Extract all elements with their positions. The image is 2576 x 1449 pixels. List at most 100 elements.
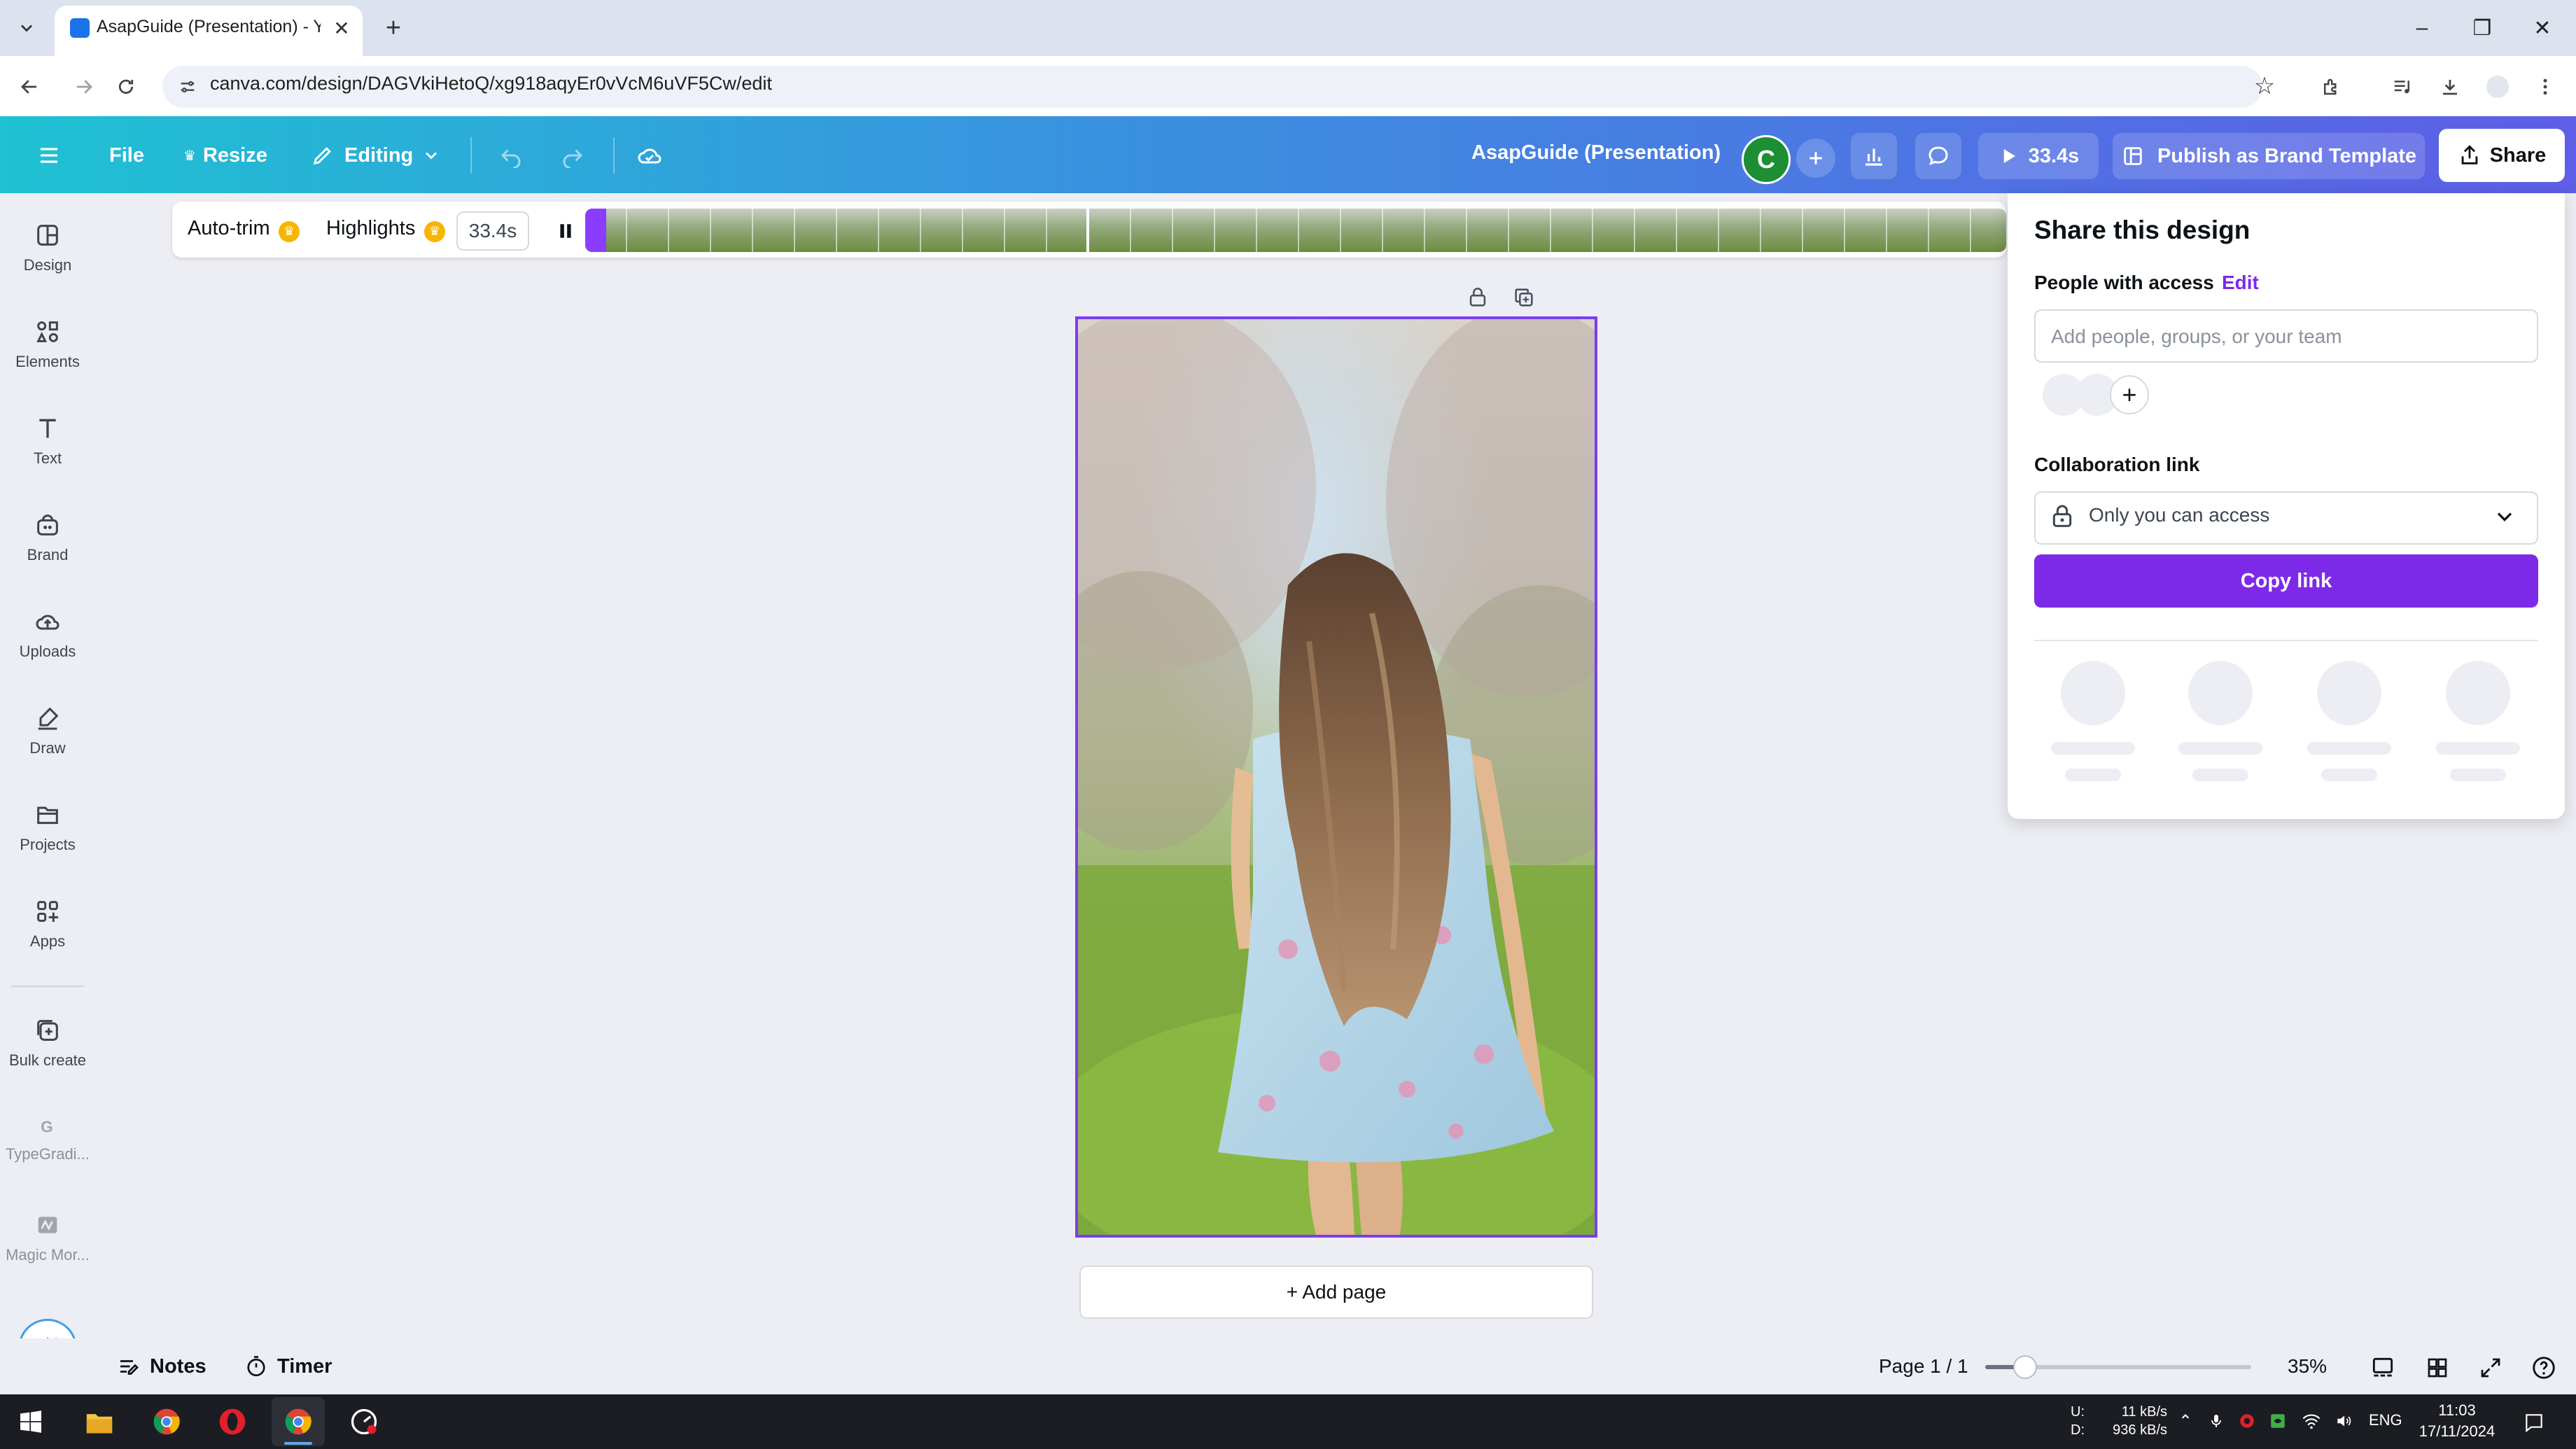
help-button[interactable]: [2526, 1350, 2562, 1386]
play-icon: [2003, 149, 2015, 163]
sidebar-item-bulk-create[interactable]: Bulk create: [0, 1016, 95, 1100]
page-counter[interactable]: Page 1 / 1: [1879, 1355, 1968, 1378]
net-up-value: 11 kB/s: [2121, 1404, 2167, 1420]
skeleton-line: [2178, 742, 2262, 755]
timer-button[interactable]: Timer: [244, 1354, 332, 1379]
notification-center-icon[interactable]: [2519, 1407, 2549, 1438]
add-page-button[interactable]: + Add page: [1079, 1266, 1593, 1319]
sidebar-item-typegradient[interactable]: G TypeGradi...: [0, 1114, 95, 1198]
sidebar-item-uploads[interactable]: Uploads: [0, 608, 95, 692]
sidebar-item-elements[interactable]: Elements: [0, 318, 95, 402]
sidebar-item-draw[interactable]: Draw: [0, 704, 95, 788]
add-people-field[interactable]: [2034, 309, 2538, 363]
sidebar-item-label: Draw: [29, 739, 66, 757]
clip-duration-field[interactable]: 33.4s: [456, 211, 529, 251]
redo-icon: [563, 149, 583, 168]
wifi-icon[interactable]: [2299, 1408, 2324, 1434]
close-window-icon[interactable]: ✕: [2521, 10, 2563, 46]
profile-avatar[interactable]: [2479, 69, 2516, 105]
grid-view-button[interactable]: [2419, 1350, 2456, 1386]
comments-button[interactable]: [1915, 133, 1961, 179]
zoom-level[interactable]: 35%: [2288, 1355, 2327, 1378]
windows-logo-icon: [20, 1410, 41, 1433]
redo-button[interactable]: [552, 134, 594, 176]
editing-mode-dropdown[interactable]: Editing: [302, 134, 449, 176]
reload-button[interactable]: [108, 69, 144, 105]
edit-access-link[interactable]: Edit: [2222, 272, 2259, 294]
cloud-save-button[interactable]: [629, 134, 671, 176]
volume-icon[interactable]: [2331, 1408, 2356, 1434]
file-explorer-taskbar-icon[interactable]: [73, 1397, 126, 1446]
new-tab-button[interactable]: +: [378, 13, 409, 43]
insights-button[interactable]: [1851, 133, 1897, 179]
skeleton-line: [2450, 769, 2506, 781]
restore-window-icon[interactable]: ❐: [2461, 10, 2503, 46]
skeleton-line: [2065, 769, 2121, 781]
file-menu-button[interactable]: File: [102, 134, 151, 176]
tab-close-icon[interactable]: ✕: [329, 15, 354, 41]
highlights-button[interactable]: Highlights ♛: [326, 217, 445, 242]
timeline-trim-handle[interactable]: [585, 209, 606, 252]
chrome-taskbar-icon-active[interactable]: [272, 1397, 325, 1446]
download-icon[interactable]: [2432, 69, 2468, 105]
brand-template-icon: [2124, 147, 2142, 165]
duplicate-page-icon[interactable]: [1506, 280, 1541, 315]
sidebar-item-label: Bulk create: [8, 1051, 87, 1069]
nvidia-tray-icon[interactable]: [2265, 1408, 2290, 1434]
media-controls-icon[interactable]: [2384, 69, 2421, 105]
user-avatar[interactable]: C: [1742, 135, 1791, 184]
pause-button[interactable]: [546, 214, 585, 248]
tray-expand-icon[interactable]: ⌃: [2173, 1408, 2198, 1434]
resize-label: Resize: [202, 144, 267, 167]
share-button[interactable]: Share: [2439, 129, 2565, 182]
publish-label: Publish as Brand Template: [2157, 144, 2417, 167]
microphone-icon[interactable]: [2204, 1408, 2229, 1434]
back-button[interactable]: [11, 69, 48, 105]
publish-brand-template-button[interactable]: Publish as Brand Template: [2113, 133, 2425, 179]
main-menu-button[interactable]: [28, 134, 70, 176]
sidebar-item-design[interactable]: Design: [0, 221, 95, 305]
timeline-filmstrip[interactable]: [585, 209, 2006, 252]
woman-in-orchard-photo: [1078, 319, 1595, 1235]
forward-button[interactable]: [66, 69, 102, 105]
recording-indicator-icon[interactable]: [2234, 1408, 2260, 1434]
add-collaborator-button[interactable]: [1796, 139, 1835, 178]
resize-button[interactable]: ♛ Resize: [176, 134, 274, 176]
design-page[interactable]: [1075, 316, 1597, 1238]
file-label: File: [109, 144, 144, 167]
fullscreen-button[interactable]: [2472, 1350, 2509, 1386]
magic-morph-icon: [38, 1217, 57, 1233]
tab-search-button[interactable]: [10, 11, 43, 45]
zoom-slider-thumb[interactable]: [2013, 1355, 2037, 1379]
chrome-taskbar-icon[interactable]: [140, 1397, 193, 1446]
add-people-input[interactable]: [2050, 321, 2528, 353]
notes-button[interactable]: Notes: [116, 1354, 206, 1379]
sidebar-item-magic-morph[interactable]: Magic Mor...: [0, 1211, 95, 1295]
sidebar-item-projects[interactable]: Projects: [0, 801, 95, 885]
screen-recorder-taskbar-icon[interactable]: [337, 1397, 391, 1446]
extensions-icon[interactable]: [2313, 69, 2349, 105]
sidebar-item-brand[interactable]: Brand: [0, 511, 95, 595]
lock-icon[interactable]: [1460, 280, 1495, 315]
undo-button[interactable]: [490, 134, 532, 176]
sidebar-item-apps[interactable]: Apps: [0, 897, 95, 981]
bookmark-star-icon[interactable]: ☆: [2247, 69, 2282, 104]
auto-trim-button[interactable]: Auto-trim ♛: [188, 217, 300, 242]
copy-link-button[interactable]: Copy link: [2034, 554, 2538, 608]
add-person-button[interactable]: +: [2110, 375, 2149, 414]
collaboration-link-label: Collaboration link: [2034, 454, 2200, 475]
input-language-indicator[interactable]: ENG: [2369, 1411, 2402, 1429]
opera-taskbar-icon[interactable]: [206, 1397, 259, 1446]
page-view-button[interactable]: [2365, 1350, 2401, 1386]
header-divider: [470, 137, 472, 174]
expand-icon: [2481, 1358, 2500, 1378]
present-button[interactable]: 33.4s: [1978, 133, 2099, 179]
document-title[interactable]: AsapGuide (Presentation): [1471, 141, 1721, 164]
timeline-playhead[interactable]: [1086, 206, 1089, 255]
site-info-icon[interactable]: [174, 73, 202, 101]
minimize-window-icon[interactable]: –: [2401, 10, 2443, 46]
sidebar-item-text[interactable]: Text: [0, 414, 95, 498]
browser-menu-icon[interactable]: [2527, 69, 2563, 105]
system-clock[interactable]: 11:03 17/11/2024: [2415, 1400, 2499, 1442]
windows-start-button[interactable]: [4, 1397, 57, 1446]
